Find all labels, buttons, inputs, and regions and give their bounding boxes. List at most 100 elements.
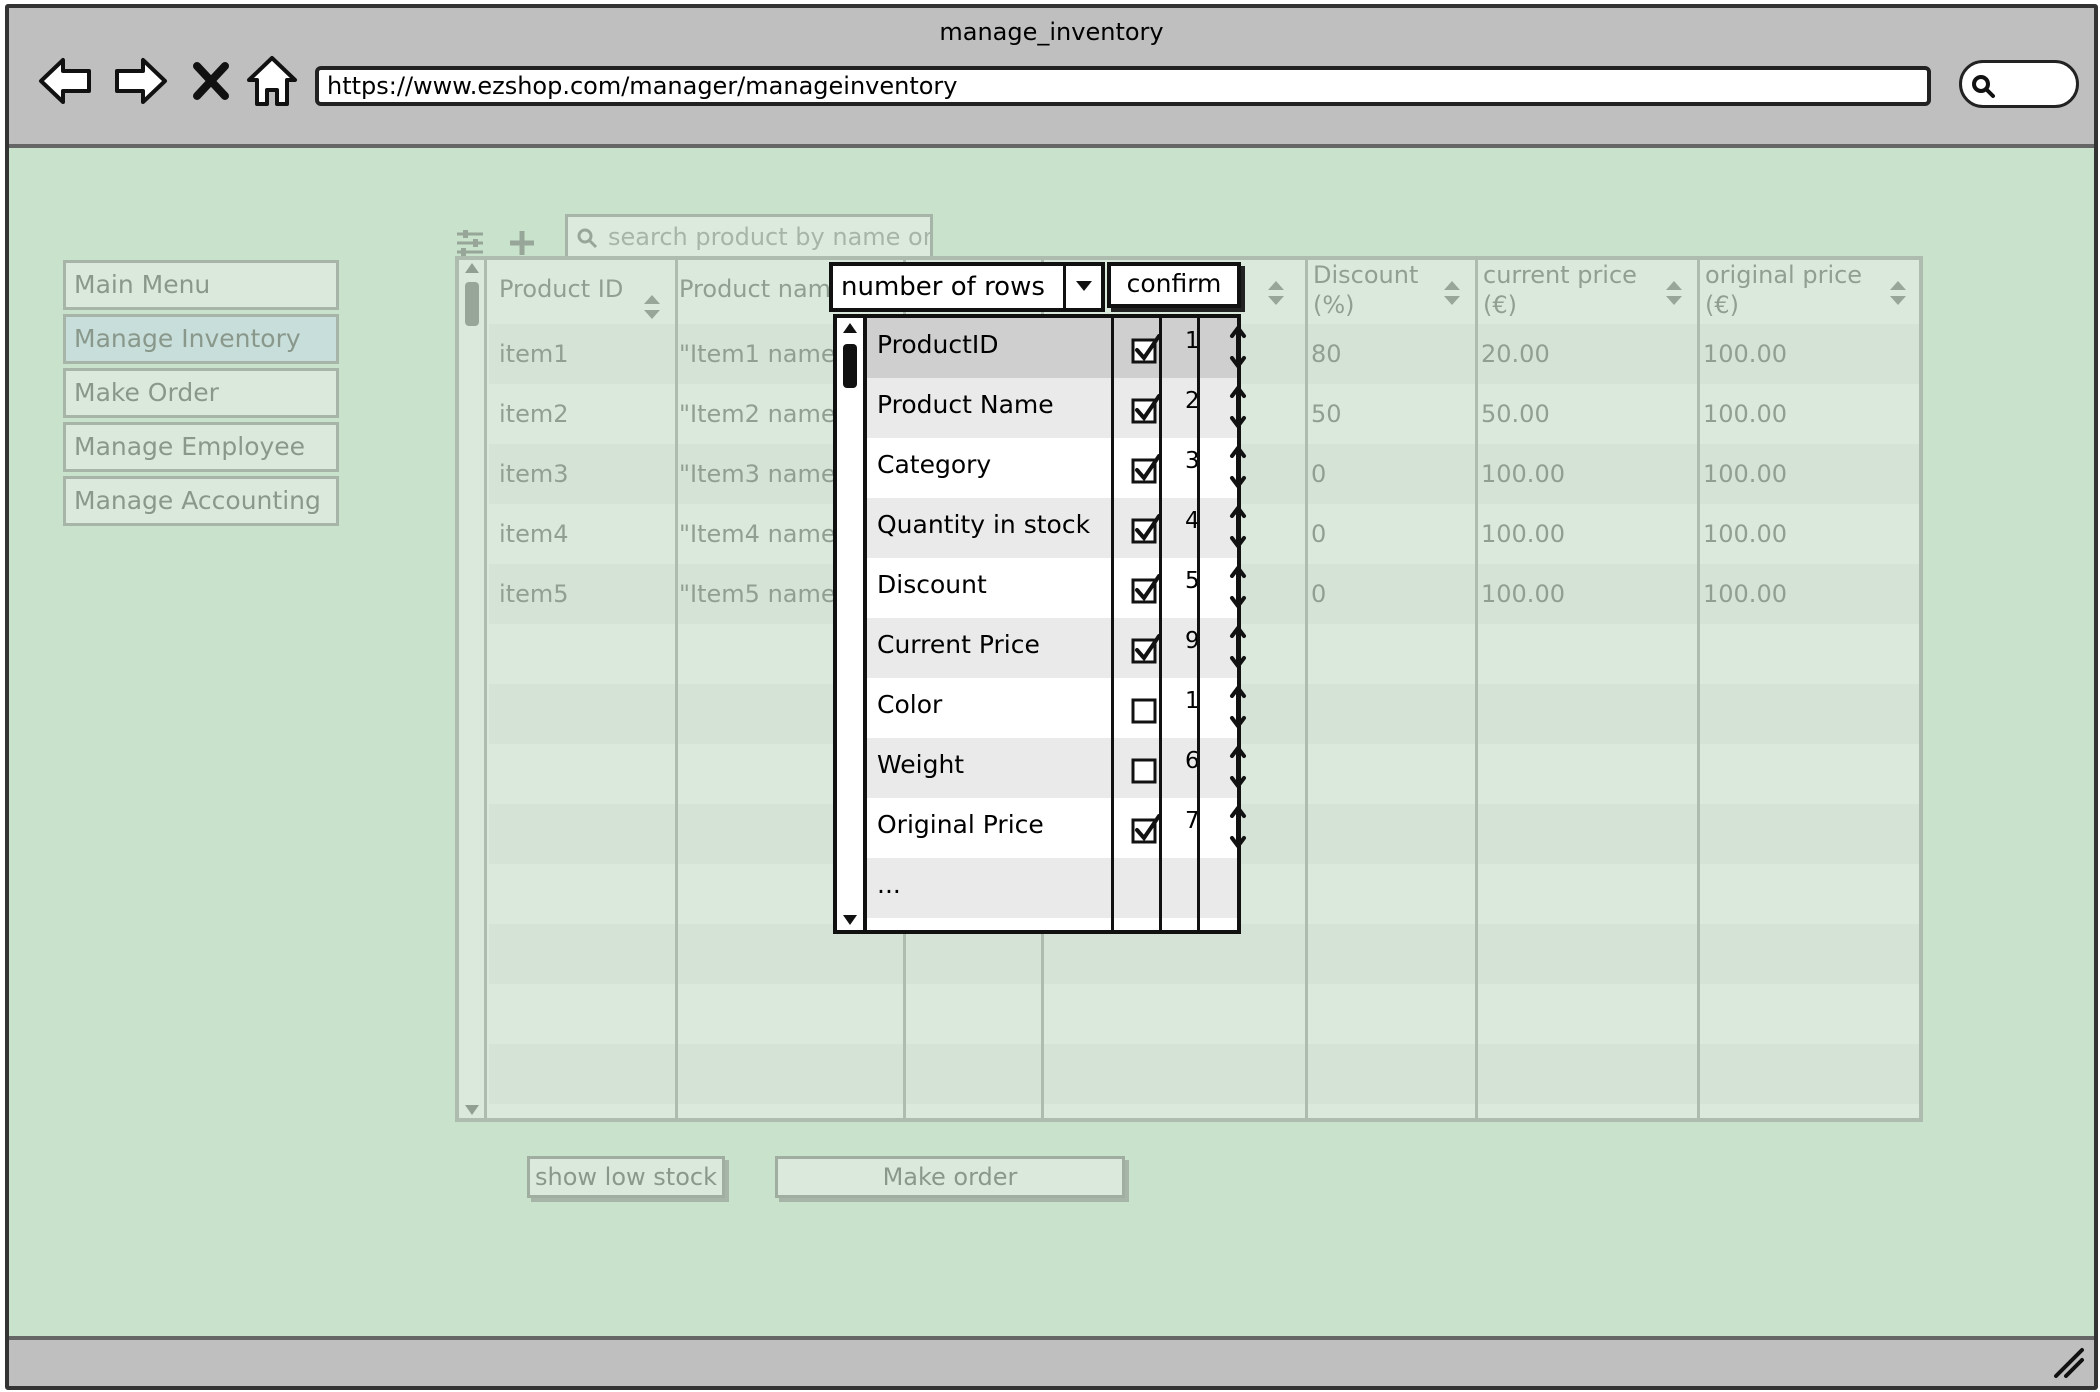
header-label: Product nam (679, 275, 832, 303)
column-option-name: ProductID (877, 330, 999, 359)
drag-handle-icon[interactable] (1229, 326, 1247, 368)
checkbox-checked[interactable] (1131, 814, 1161, 844)
column-option-name: Current Price (877, 630, 1040, 659)
browser-search-field[interactable] (1959, 60, 2079, 108)
list-scrollbar[interactable] (837, 318, 867, 930)
menu-item-manage-employee[interactable]: Manage Employee (63, 422, 339, 472)
side-menu: Main Menu Manage Inventory Make Order Ma… (63, 260, 339, 530)
column-header-current-price[interactable]: current price (€) (1477, 260, 1697, 324)
checkbox-unchecked[interactable] (1131, 754, 1161, 784)
confirm-button[interactable]: confirm (1107, 262, 1241, 308)
column-option-name: Color (877, 690, 943, 719)
checkbox-checked[interactable] (1131, 454, 1161, 484)
add-icon[interactable] (507, 228, 537, 258)
menu-item-main-menu[interactable]: Main Menu (63, 260, 339, 310)
column-option-row[interactable]: Color 1 (867, 678, 1246, 738)
column-option-row[interactable]: Original Price 7 (867, 798, 1246, 858)
checkbox-checked[interactable] (1131, 334, 1161, 364)
sort-icon[interactable] (643, 294, 661, 320)
column-option-row[interactable]: Weight 6 (867, 738, 1246, 798)
cell-original-price: 100.00 (1703, 580, 1787, 608)
stop-icon[interactable] (189, 52, 233, 110)
scroll-down-icon[interactable] (842, 914, 858, 926)
checkbox-unchecked[interactable] (1131, 694, 1161, 724)
search-placeholder: search product by name or (608, 223, 933, 251)
cell-current-price: 50.00 (1481, 400, 1550, 428)
drag-handle-icon[interactable] (1229, 506, 1247, 548)
chevron-down-icon (1076, 281, 1092, 291)
home-icon[interactable] (243, 52, 301, 110)
cell-discount: 80 (1311, 340, 1342, 368)
cell-product-id: item1 (499, 340, 569, 368)
scroll-up-icon[interactable] (842, 322, 858, 334)
drag-handle-icon[interactable] (1229, 806, 1247, 848)
column-option-row[interactable]: ProductID 1 (867, 318, 1246, 378)
product-search-input[interactable]: search product by name or (565, 214, 933, 260)
cell-product-id: item4 (499, 520, 569, 548)
browser-window: manage_inventory https://www.ezshop.com/… (5, 4, 2098, 1390)
drag-handle-icon[interactable] (1229, 566, 1247, 608)
sort-icon[interactable] (1443, 280, 1461, 306)
column-option-row[interactable]: Quantity in stock 4 (867, 498, 1246, 558)
filter-settings-icon[interactable] (455, 228, 485, 258)
header-label: original price (1705, 261, 1863, 289)
checkbox-checked[interactable] (1131, 574, 1161, 604)
number-of-rows-select[interactable]: number of rows (829, 262, 1105, 312)
drag-handle-icon[interactable] (1229, 626, 1247, 668)
search-icon (1972, 75, 1995, 98)
scroll-thumb[interactable] (465, 282, 479, 326)
column-header-discount[interactable]: Discount (%) (1307, 260, 1475, 324)
header-unit: (€) (1483, 291, 1517, 319)
column-option-name: Discount (877, 570, 987, 599)
drag-handle-icon[interactable] (1229, 446, 1247, 488)
cell-discount: 0 (1311, 460, 1327, 488)
column-option-name: Product Name (877, 390, 1054, 419)
menu-item-manage-inventory[interactable]: Manage Inventory (63, 314, 339, 364)
back-icon[interactable] (37, 52, 95, 110)
show-low-stock-button[interactable]: show low stock (527, 1156, 725, 1198)
column-list: ProductID 1 Product Name 2 Category 3 Quantity… (833, 314, 1246, 934)
resize-grip-icon[interactable] (2052, 1346, 2086, 1380)
scroll-up-icon[interactable] (464, 262, 480, 274)
checkbox-checked[interactable] (1131, 394, 1161, 424)
column-option-name: Original Price (877, 810, 1044, 839)
drag-handle-icon[interactable] (1229, 746, 1247, 788)
column-option-row[interactable]: Current Price 9 (867, 618, 1246, 678)
make-order-button[interactable]: Make order (775, 1156, 1125, 1198)
column-option-name: Quantity in stock (877, 510, 1091, 539)
sort-icon[interactable] (1665, 280, 1683, 306)
browser-toolbar: manage_inventory https://www.ezshop.com/… (9, 8, 2094, 148)
address-bar[interactable]: https://www.ezshop.com/manager/manageinv… (315, 66, 1931, 106)
drag-handle-icon[interactable] (1229, 386, 1247, 428)
column-option-row[interactable]: Category 3 (867, 438, 1246, 498)
sort-icon[interactable] (1889, 280, 1907, 306)
dropdown-button[interactable] (1063, 266, 1101, 308)
search-icon (577, 228, 598, 249)
cell-original-price: 100.00 (1703, 520, 1787, 548)
menu-item-make-order[interactable]: Make Order (63, 368, 339, 418)
cell-original-price: 100.00 (1703, 400, 1787, 428)
window-title: manage_inventory (939, 18, 1164, 46)
column-option-row[interactable]: ... (867, 858, 1237, 918)
column-option-row[interactable]: Discount 5 (867, 558, 1246, 618)
cell-current-price: 100.00 (1481, 460, 1565, 488)
column-option-row[interactable]: Product Name 2 (867, 378, 1246, 438)
drag-handle-icon[interactable] (1229, 686, 1247, 728)
cell-current-price: 100.00 (1481, 520, 1565, 548)
table-scrollbar[interactable] (459, 260, 487, 1118)
scroll-thumb[interactable] (843, 344, 857, 388)
column-header-original-price[interactable]: original price (€) (1699, 260, 1921, 324)
status-bar (9, 1336, 2094, 1386)
forward-icon[interactable] (111, 52, 169, 110)
checkbox-checked[interactable] (1131, 634, 1161, 664)
checkbox-checked[interactable] (1131, 514, 1161, 544)
cell-discount: 0 (1311, 580, 1327, 608)
column-option-name: Weight (877, 750, 965, 779)
column-header-product-id[interactable]: Product ID (493, 274, 675, 338)
cell-original-price: 100.00 (1703, 460, 1787, 488)
header-label: current price (1483, 261, 1637, 289)
scroll-down-icon[interactable] (464, 1104, 480, 1116)
cell-original-price: 100.00 (1703, 340, 1787, 368)
sort-icon[interactable] (1267, 280, 1285, 306)
menu-item-manage-accounting[interactable]: Manage Accounting (63, 476, 339, 526)
